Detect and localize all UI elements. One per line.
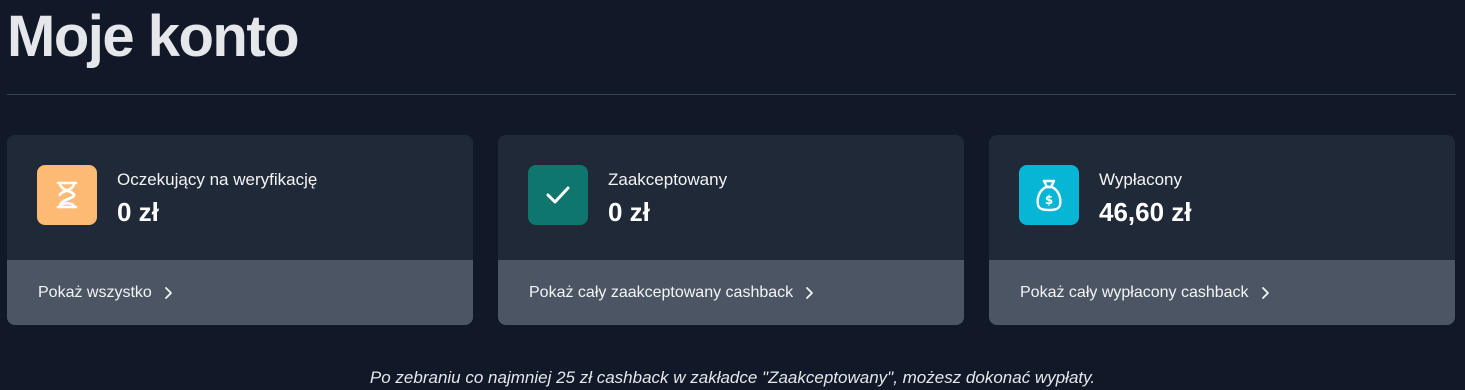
header-divider [7, 94, 1456, 95]
show-all-pending-link[interactable]: Pokaż wszystko [7, 260, 473, 325]
pending-amount: 0 zł [117, 197, 159, 227]
payout-threshold-note: Po zebraniu co najmniej 25 zł cashback w… [369, 368, 1096, 387]
chevron-right-icon [164, 286, 172, 299]
show-accepted-cashback-link-label: Pokaż cały zaakceptowany cashback [529, 283, 794, 301]
accepted-amount: 0 zł [608, 197, 650, 227]
paid-out-card-summary: $ Wypłacony 46,60 zł [989, 135, 1455, 260]
chevron-right-icon [1261, 286, 1269, 299]
check-icon [528, 165, 588, 225]
svg-text:$: $ [1045, 193, 1053, 207]
cashback-cards: Oczekujący na weryfikację 0 zł Pokaż wsz… [7, 135, 1455, 325]
hourglass-icon [37, 165, 97, 225]
show-paid-out-cashback-link[interactable]: Pokaż cały wypłacony cashback [989, 260, 1455, 325]
show-paid-out-cashback-link-label: Pokaż cały wypłacony cashback [1020, 283, 1249, 301]
money-bag-icon: $ [1019, 165, 1079, 225]
page-title: Moje konto [7, 4, 300, 69]
accepted-card-summary: Zaakceptowany 0 zł [498, 135, 964, 260]
show-all-pending-link-label: Pokaż wszystko [38, 283, 152, 301]
pending-card: Oczekujący na weryfikację 0 zł Pokaż wsz… [7, 135, 473, 325]
show-accepted-cashback-link[interactable]: Pokaż cały zaakceptowany cashback [498, 260, 964, 325]
paid-out-amount: 46,60 zł [1099, 197, 1192, 227]
paid-out-card: $ Wypłacony 46,60 zł Pokaż cały wypłacon… [989, 135, 1455, 325]
account-page: Moje konto Oczekujący na weryfikację 0 z… [0, 0, 1465, 390]
pending-card-summary: Oczekujący na weryfikację 0 zł [7, 135, 473, 260]
chevron-right-icon [805, 286, 814, 299]
accepted-label: Zaakceptowany [608, 170, 728, 189]
accepted-card: Zaakceptowany 0 zł Pokaż cały zaakceptow… [498, 135, 964, 325]
paid-out-label: Wypłacony [1099, 170, 1182, 189]
pending-label: Oczekujący na weryfikację [117, 170, 318, 189]
